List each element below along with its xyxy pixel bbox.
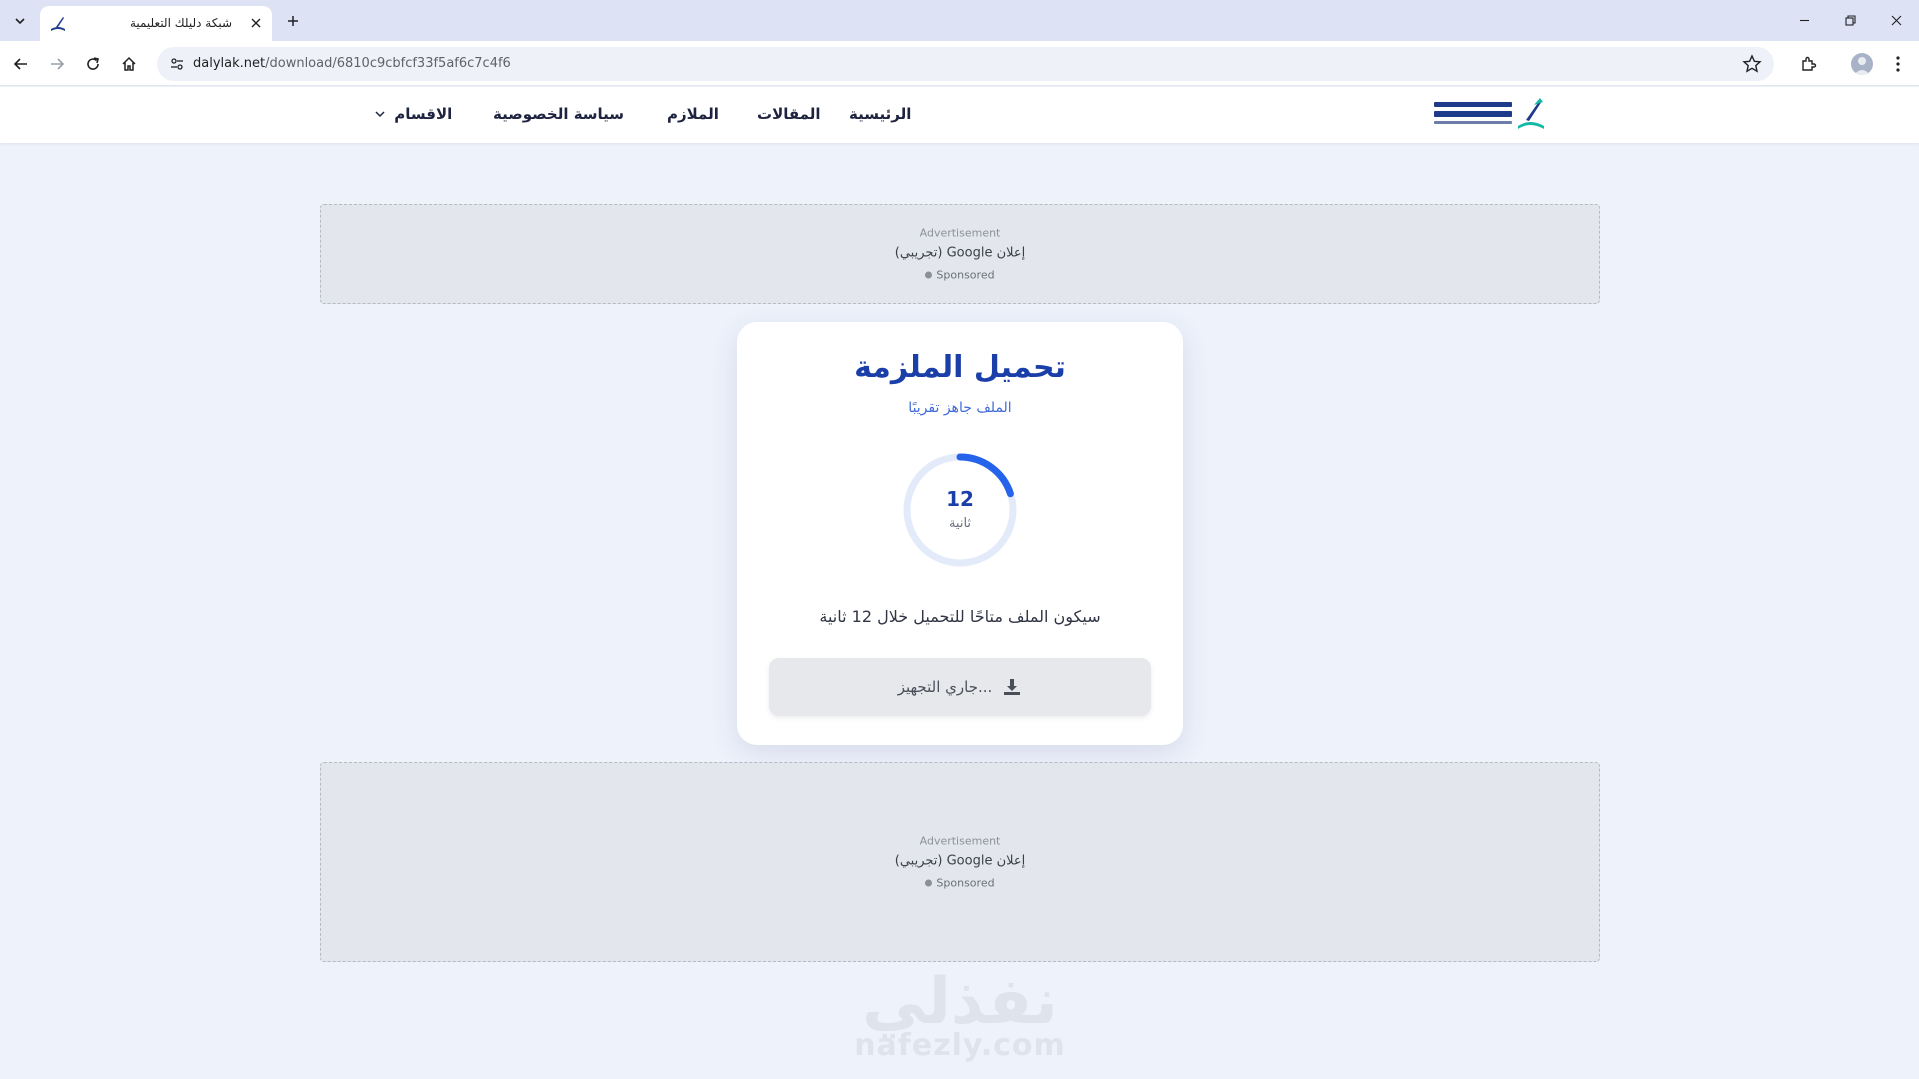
ad-sponsored-label: Sponsored (936, 876, 995, 890)
watermark-latin: nafezly.com (854, 1028, 1066, 1063)
browser-tab-strip: شبكة دليلك التعليمية (0, 0, 1919, 41)
minimize-button[interactable] (1781, 0, 1827, 40)
url-domain: dalylak.net (193, 56, 266, 71)
address-bar[interactable]: dalylak.net/download/6810c9cbfcf33f5af6c… (157, 47, 1774, 81)
home-icon (122, 56, 136, 71)
ad-slot-top[interactable]: Advertisement إعلان Google (تجريبي) Spon… (320, 204, 1600, 304)
back-button[interactable] (6, 49, 36, 79)
plus-icon (288, 16, 298, 26)
forward-button[interactable] (42, 49, 72, 79)
watermark: نفذلي nafezly.com (840, 962, 1080, 1079)
chevron-down-icon (375, 111, 385, 118)
download-card: تحميل الملزمة الملف جاهز تقريبًا 12 ثاني… (737, 322, 1183, 745)
close-icon (1891, 15, 1901, 25)
nav-privacy[interactable]: سياسة الخصوصية (493, 105, 624, 123)
dot-icon (925, 879, 933, 886)
download-button-label: جاري التجهيز... (897, 678, 993, 696)
reload-button[interactable] (78, 49, 108, 79)
tab-title: شبكة دليلك التعليمية (129, 16, 232, 30)
extensions-icon (1802, 56, 1817, 71)
back-icon (13, 58, 27, 70)
reload-icon (87, 57, 99, 70)
restore-icon (1844, 14, 1856, 26)
ad-sponsored-label: Sponsored (936, 268, 995, 282)
download-icon (1004, 679, 1021, 695)
star-icon[interactable] (1742, 54, 1762, 74)
close-icon (251, 18, 261, 28)
download-button[interactable]: جاري التجهيز... (769, 658, 1151, 716)
browser-toolbar: dalylak.net/download/6810c9cbfcf33f5af6c… (0, 41, 1919, 86)
tab-search-button[interactable] (8, 9, 32, 33)
site-logo[interactable] (1430, 96, 1546, 134)
url-path: /download/6810c9cbfcf33f5af6c7c4f6 (265, 56, 511, 71)
nav-articles[interactable]: المقالات (757, 105, 821, 123)
browser-tab[interactable]: شبكة دليلك التعليمية (40, 6, 272, 41)
browser-menu-button[interactable] (1883, 49, 1913, 79)
profile-icon (1854, 57, 1870, 75)
ad-label: Advertisement (919, 226, 1001, 240)
new-tab-button[interactable] (280, 8, 306, 34)
nav-home[interactable]: الرئيسية (849, 105, 911, 123)
dot-icon (925, 271, 933, 278)
extensions-button[interactable] (1794, 49, 1824, 79)
site-favicon-icon (51, 17, 65, 31)
ad-slot-bottom[interactable]: Advertisement إعلان Google (تجريبي) Spon… (320, 762, 1600, 962)
close-window-button[interactable] (1873, 0, 1919, 40)
minimize-icon (1799, 19, 1809, 21)
site-info-icon (171, 58, 183, 70)
ad-sponsored: Sponsored (321, 877, 1599, 890)
countdown-value: 12 (946, 487, 974, 511)
ad-label: Advertisement (919, 834, 1001, 848)
nav-booklets[interactable]: الملازم (667, 105, 719, 123)
restore-button[interactable] (1827, 0, 1873, 40)
menu-icon (1896, 56, 1900, 72)
avatar[interactable] (1851, 53, 1873, 75)
chevron-down-icon (15, 18, 25, 25)
ad-text: إعلان Google (تجريبي) (894, 853, 1026, 869)
close-tab-button[interactable] (246, 13, 266, 33)
ad-text: إعلان Google (تجريبي) (894, 245, 1026, 261)
download-subtitle: الملف جاهز تقريبًا (908, 400, 1012, 416)
countdown-unit: ثانية (948, 516, 972, 531)
download-info-text: سيكون الملف متاحًا للتحميل خلال 12 ثانية (819, 607, 1101, 626)
forward-icon (51, 58, 65, 70)
download-title: تحميل الملزمة (854, 350, 1066, 385)
nav-sections-label: الاقسام (394, 105, 453, 123)
home-button[interactable] (114, 49, 144, 79)
site-header: الرئيسية المقالات الملازم سياسة الخصوصية… (0, 87, 1919, 143)
ad-sponsored: Sponsored (321, 269, 1599, 282)
nav-sections[interactable]: الاقسام (375, 105, 452, 123)
url-text: dalylak.net/download/6810c9cbfcf33f5af6c… (193, 56, 511, 71)
site-info-button[interactable] (167, 54, 187, 74)
